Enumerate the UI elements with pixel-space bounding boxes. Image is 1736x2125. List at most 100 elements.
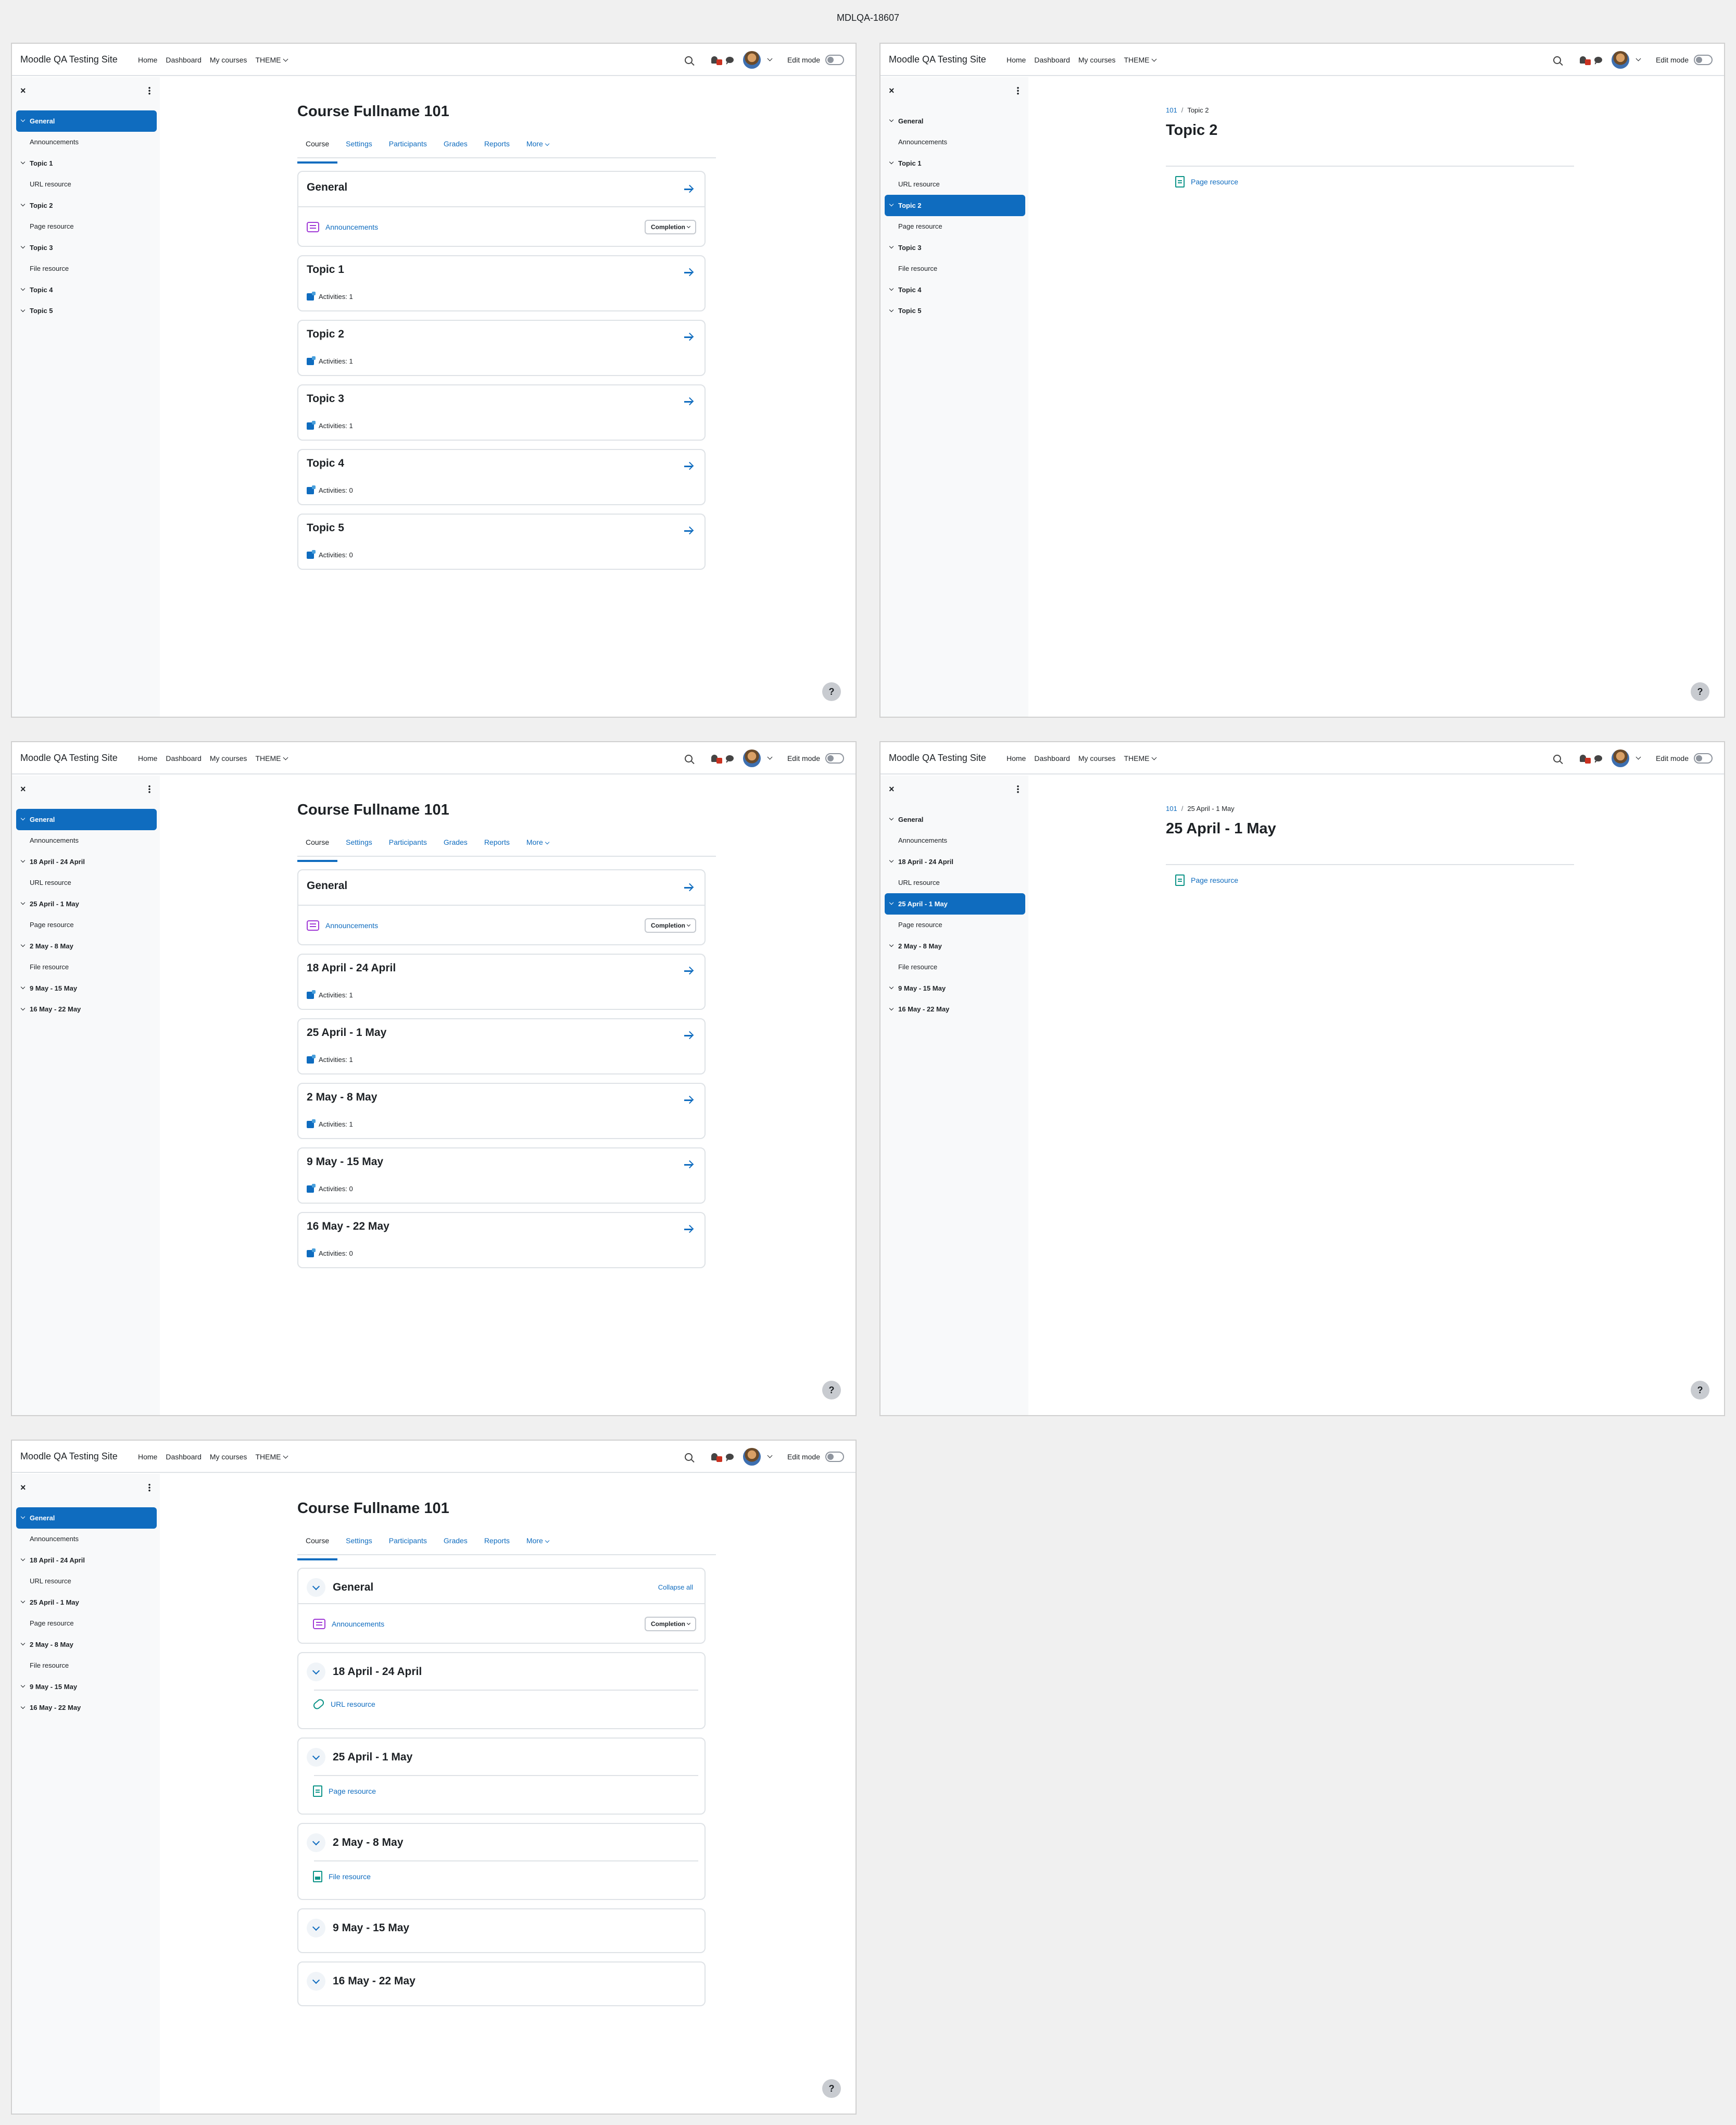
help-button[interactable]: ? — [1691, 1381, 1709, 1399]
nav-dashboard[interactable]: Dashboard — [1034, 56, 1070, 64]
index-section[interactable]: 2 May - 8 May — [16, 935, 157, 957]
chevron-down-icon[interactable] — [1636, 754, 1641, 759]
section-title[interactable]: 2 May - 8 May — [333, 1836, 403, 1849]
index-activity[interactable]: URL resource — [16, 1571, 157, 1592]
completion-dropdown[interactable]: Completion — [645, 220, 696, 234]
index-section[interactable]: Topic 3 — [885, 237, 1025, 258]
index-section[interactable]: 16 May - 22 May — [885, 999, 1025, 1020]
activity-link[interactable]: Page resource — [1191, 876, 1238, 884]
nav-my-courses[interactable]: My courses — [1078, 56, 1116, 64]
arrow-right-icon[interactable] — [684, 397, 693, 406]
index-section[interactable]: 9 May - 15 May — [16, 978, 157, 999]
index-section[interactable]: Topic 4 — [885, 279, 1025, 301]
index-section[interactable]: 25 April - 1 May — [16, 893, 157, 915]
nav-home[interactable]: Home — [1007, 754, 1026, 762]
edit-mode-toggle[interactable] — [825, 1452, 844, 1462]
site-name[interactable]: Moodle QA Testing Site — [20, 54, 118, 65]
section-title[interactable]: 16 May - 22 May — [333, 1975, 416, 1988]
collapse-chevron-icon[interactable] — [307, 1663, 325, 1681]
index-section[interactable]: Topic 4 — [16, 279, 157, 301]
index-section[interactable]: Topic 2 — [885, 195, 1025, 216]
close-icon[interactable]: × — [889, 784, 895, 795]
index-section[interactable]: General — [16, 809, 157, 830]
index-section[interactable]: 9 May - 15 May — [885, 978, 1025, 999]
index-activity[interactable]: URL resource — [885, 174, 1025, 195]
tab-more[interactable]: More — [518, 833, 557, 856]
chevron-down-icon[interactable] — [767, 754, 773, 759]
chevron-down-icon[interactable] — [767, 56, 773, 61]
arrow-right-icon[interactable] — [684, 1095, 693, 1105]
edit-mode-toggle[interactable] — [825, 753, 844, 764]
index-activity[interactable]: Announcements — [885, 830, 1025, 852]
kebab-menu-icon[interactable] — [148, 1483, 150, 1492]
nav-dashboard[interactable]: Dashboard — [1034, 754, 1070, 762]
close-icon[interactable]: × — [20, 1482, 26, 1493]
help-button[interactable]: ? — [822, 2079, 841, 2098]
index-activity[interactable]: Page resource — [885, 216, 1025, 238]
help-button[interactable]: ? — [822, 1381, 841, 1399]
section-title[interactable]: Topic 5 — [307, 522, 344, 534]
index-section[interactable]: 16 May - 22 May — [16, 999, 157, 1020]
section-title[interactable]: 25 April - 1 May — [333, 1751, 412, 1764]
messages-icon[interactable] — [725, 57, 734, 65]
kebab-menu-icon[interactable] — [1017, 785, 1019, 793]
nav-theme[interactable]: THEME — [1124, 754, 1157, 762]
arrow-right-icon[interactable] — [684, 1031, 693, 1040]
tab-course[interactable]: Course — [297, 1531, 338, 1560]
index-section[interactable]: General — [16, 110, 157, 132]
notifications-icon[interactable] — [711, 56, 722, 65]
completion-dropdown[interactable]: Completion — [645, 918, 696, 933]
edit-mode-toggle[interactable] — [1694, 753, 1713, 764]
index-activity[interactable]: File resource — [16, 957, 157, 978]
tab-settings[interactable]: Settings — [337, 1531, 381, 1554]
edit-mode-toggle[interactable] — [1694, 55, 1713, 65]
search-icon[interactable] — [684, 754, 693, 762]
nav-dashboard[interactable]: Dashboard — [166, 754, 202, 762]
search-icon[interactable] — [684, 1453, 693, 1461]
nav-theme[interactable]: THEME — [255, 754, 288, 762]
tab-participants[interactable]: Participants — [381, 1531, 435, 1554]
section-title[interactable]: 9 May - 15 May — [333, 1922, 409, 1934]
section-title[interactable]: 18 April - 24 April — [333, 1666, 422, 1678]
search-icon[interactable] — [684, 56, 693, 64]
notifications-icon[interactable] — [711, 1453, 722, 1462]
index-section[interactable]: Topic 5 — [16, 301, 157, 322]
index-section[interactable]: 9 May - 15 May — [16, 1676, 157, 1697]
index-section[interactable]: Topic 1 — [885, 153, 1025, 174]
edit-mode-toggle[interactable] — [825, 55, 844, 65]
breadcrumb-course-link[interactable]: 101 — [1166, 106, 1177, 114]
arrow-right-icon[interactable] — [684, 1160, 693, 1169]
tab-grades[interactable]: Grades — [435, 833, 476, 856]
index-section[interactable]: Topic 2 — [16, 195, 157, 216]
nav-dashboard[interactable]: Dashboard — [166, 56, 202, 64]
index-activity[interactable]: Page resource — [16, 915, 157, 936]
section-title[interactable]: General — [307, 181, 347, 194]
index-activity[interactable]: Page resource — [16, 216, 157, 238]
activity-link[interactable]: Announcements — [332, 1620, 384, 1628]
index-activity[interactable]: File resource — [885, 258, 1025, 280]
arrow-right-icon[interactable] — [684, 184, 693, 194]
kebab-menu-icon[interactable] — [1017, 86, 1019, 95]
index-activity[interactable]: Announcements — [16, 830, 157, 852]
messages-icon[interactable] — [1594, 57, 1602, 65]
collapse-all-link[interactable]: Collapse all — [658, 1583, 693, 1591]
index-section[interactable]: General — [16, 1507, 157, 1529]
messages-icon[interactable] — [1594, 755, 1602, 763]
index-section[interactable]: 16 May - 22 May — [16, 1697, 157, 1719]
section-title[interactable]: Topic 4 — [307, 457, 344, 470]
index-activity[interactable]: Announcements — [885, 132, 1025, 153]
index-activity[interactable]: Announcements — [16, 1529, 157, 1550]
arrow-right-icon[interactable] — [684, 461, 693, 471]
activity-link[interactable]: File resource — [329, 1872, 371, 1881]
tab-course[interactable]: Course — [297, 833, 338, 862]
index-section[interactable]: 18 April - 24 April — [16, 851, 157, 872]
avatar[interactable] — [743, 51, 761, 69]
section-title[interactable]: Topic 2 — [307, 328, 344, 341]
site-name[interactable]: Moodle QA Testing Site — [889, 753, 986, 764]
index-section[interactable]: 25 April - 1 May — [16, 1592, 157, 1613]
arrow-right-icon[interactable] — [684, 1224, 693, 1234]
tab-participants[interactable]: Participants — [381, 833, 435, 856]
activity-link[interactable]: Page resource — [1191, 178, 1238, 186]
index-section[interactable]: 2 May - 8 May — [885, 935, 1025, 957]
index-activity[interactable]: Page resource — [16, 1613, 157, 1634]
